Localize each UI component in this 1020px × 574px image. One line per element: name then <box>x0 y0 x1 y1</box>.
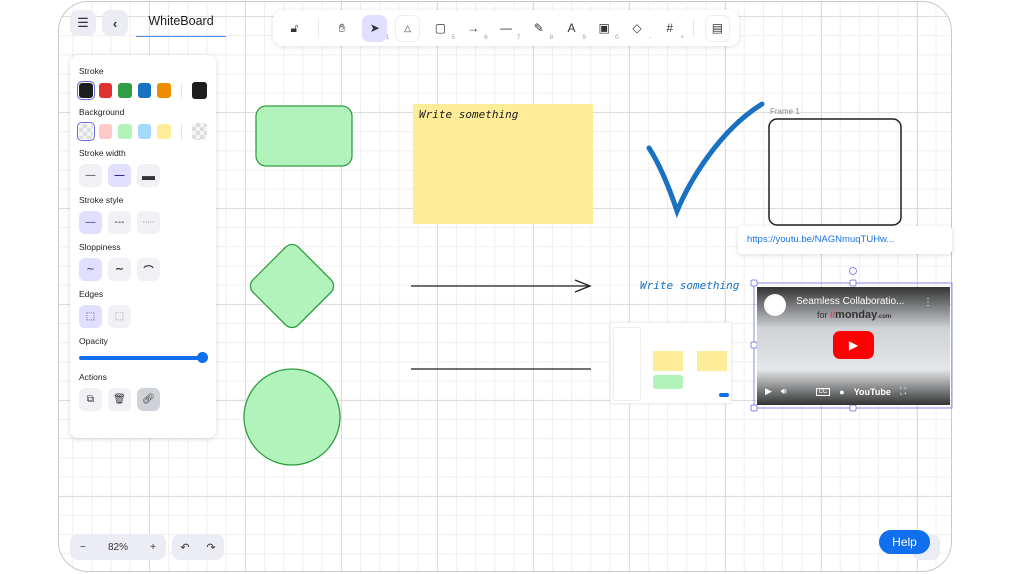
link-popup: https://youtu.be/NAGNmuqTUHw... <box>738 226 952 254</box>
rectangle-shape[interactable] <box>255 105 353 167</box>
diamond-shape[interactable] <box>247 241 338 332</box>
settings-icon[interactable]: ● <box>839 387 844 397</box>
play-icon: ▶ <box>848 338 859 352</box>
zoom-level[interactable]: 82% <box>108 542 128 553</box>
checkmark-drawing[interactable] <box>646 101 765 219</box>
progress-bar[interactable] <box>765 381 941 383</box>
zoom-in-button[interactable]: + <box>150 542 156 553</box>
fullscreen-icon[interactable]: ⛶ <box>900 386 906 397</box>
frame-1[interactable] <box>768 118 902 226</box>
link-url[interactable]: https://youtu.be/NAGNmuqTUHw... <box>747 234 894 245</box>
history-controls: ↶ ↷ <box>172 534 224 560</box>
youtube-logo[interactable]: YouTube <box>854 387 891 397</box>
video-brand: for //monday.com <box>817 309 892 321</box>
video-title: Seamless Collaboratio... <box>796 296 905 307</box>
circle-shape[interactable] <box>243 368 341 466</box>
sticky-note[interactable]: Write something <box>413 104 593 224</box>
channel-avatar <box>764 294 786 316</box>
zoom-out-button[interactable]: − <box>80 542 86 553</box>
zoom-controls: − 82% + <box>70 534 166 560</box>
redo-icon[interactable]: ↷ <box>206 541 215 554</box>
thumbnail-help <box>719 393 729 397</box>
cc-button[interactable]: CC <box>815 387 831 396</box>
frame-label[interactable]: Frame 1 <box>770 107 800 116</box>
video-controls: ▶ 🔊︎ CC ● YouTube ⛶ <box>765 386 945 397</box>
youtube-embed[interactable]: Seamless Collaboratio... ⋮ for //monday.… <box>757 287 950 405</box>
screenshot-image[interactable] <box>610 322 732 404</box>
thumbnail-shape <box>653 375 683 389</box>
thumbnail-note <box>653 351 683 371</box>
play-button[interactable]: ▶ <box>833 331 874 359</box>
rotation-handle[interactable] <box>849 267 857 275</box>
undo-icon[interactable]: ↶ <box>180 541 189 554</box>
thumbnail-note <box>697 351 727 371</box>
more-icon[interactable]: ⋮ <box>923 297 933 308</box>
volume-icon[interactable]: 🔊︎ <box>781 386 787 397</box>
play-icon[interactable]: ▶ <box>765 386 772 397</box>
handwritten-text[interactable]: Write something <box>640 279 739 292</box>
thumbnail-panel <box>613 327 641 401</box>
help-button[interactable]: Help <box>879 530 930 554</box>
